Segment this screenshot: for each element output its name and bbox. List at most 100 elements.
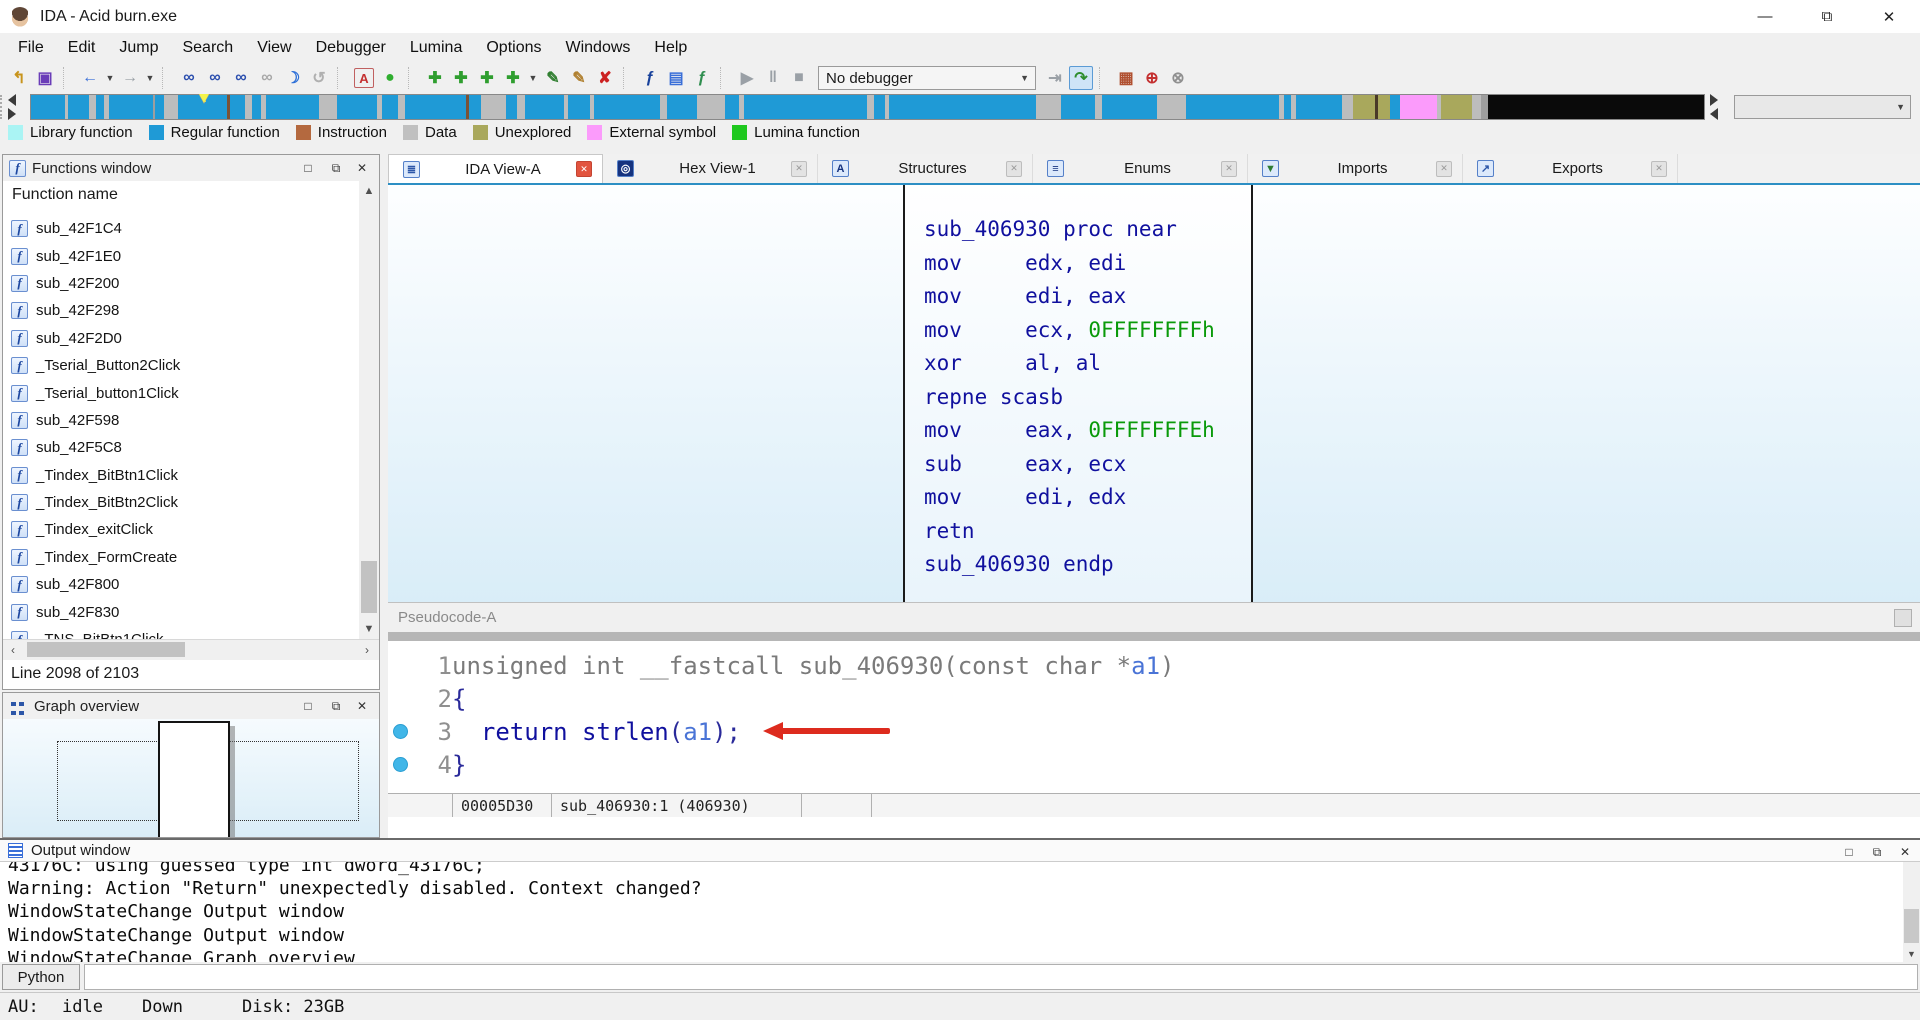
analysis-indicator-icon[interactable]: ●	[378, 66, 402, 90]
debugger-select[interactable]: No debugger▼	[818, 66, 1036, 90]
output-float-button[interactable]: ⧉	[1868, 843, 1886, 861]
graph-node[interactable]	[158, 721, 230, 837]
menu-debugger[interactable]: Debugger	[304, 33, 398, 63]
edit-function-icon[interactable]: ✎	[541, 66, 565, 90]
reopen-icon[interactable]: ↰	[7, 66, 31, 90]
tab-close-icon[interactable]: ✕	[576, 161, 592, 177]
function-list-item[interactable]: fsub_42F5C8	[3, 434, 359, 461]
menu-help[interactable]: Help	[642, 33, 699, 63]
scrollbar-thumb[interactable]	[1904, 909, 1919, 943]
breakpoint-dot-icon[interactable]	[393, 724, 408, 739]
breakpoint-gutter[interactable]	[388, 658, 416, 673]
scroll-right-icon[interactable]: ›	[357, 640, 377, 660]
band-scroll-right-icon[interactable]	[8, 108, 16, 120]
function-list-item[interactable]: f_Tindex_BitBtn2Click	[3, 489, 359, 516]
band-zoom-select[interactable]: ▼	[1734, 95, 1911, 119]
debugger-windows-icon[interactable]: ▦	[1114, 66, 1138, 90]
band-scroll-left2-icon[interactable]	[1710, 108, 1718, 120]
menu-jump[interactable]: Jump	[107, 33, 170, 63]
minimize-button[interactable]: —	[1734, 0, 1796, 33]
tab-imports[interactable]: ▼Imports✕	[1248, 154, 1463, 183]
scroll-down-icon[interactable]: ▼	[1903, 945, 1920, 962]
pseudocode-titlebar[interactable]: Pseudocode-A	[388, 602, 1920, 632]
function-list-item[interactable]: f_Tserial_Button2Click	[3, 352, 359, 379]
tab-close-icon[interactable]: ✕	[1651, 161, 1667, 177]
pseudocode-splitter[interactable]	[388, 632, 1920, 641]
disassembly-line[interactable]: mov edi, eax	[924, 280, 1251, 314]
tab-close-icon[interactable]: ✕	[1436, 161, 1452, 177]
search-disabled-icon[interactable]: ∞	[255, 66, 279, 90]
output-scrollbar[interactable]: ▼	[1903, 862, 1920, 962]
menu-options[interactable]: Options	[474, 33, 553, 63]
output-close-button[interactable]: ✕	[1896, 843, 1914, 861]
function-window-icon[interactable]: ▤	[664, 66, 688, 90]
functions-column-header[interactable]: Function name	[12, 186, 118, 204]
pseudocode-line[interactable]: 4}	[388, 748, 1920, 781]
function-list-item[interactable]: fsub_42F1C4	[3, 215, 359, 242]
scrollbar-thumb[interactable]	[361, 561, 377, 613]
output-maximize-button[interactable]: □	[1840, 843, 1858, 861]
function-list-item[interactable]: fsub_42F800	[3, 571, 359, 598]
disassembly-line[interactable]: mov edx, edi	[924, 247, 1251, 281]
pseudocode-line[interactable]: 3 return strlen(a1);	[388, 715, 1920, 748]
function-type-icon[interactable]: ƒ	[690, 66, 714, 90]
breakpoint-dot-icon[interactable]	[393, 757, 408, 772]
back-history-icon[interactable]: ▼	[104, 66, 116, 90]
function-list-item[interactable]: f_Tserial_button1Click	[3, 379, 359, 406]
tab-ida-view-a[interactable]: ≣IDA View-A✕	[388, 154, 603, 183]
graph-overview-header[interactable]: Graph overview □ ⧉ ✕	[3, 693, 379, 720]
create-function-icon[interactable]: ✚	[423, 66, 447, 90]
output-window-header[interactable]: Output window □ ⧉ ✕	[0, 838, 1920, 862]
disassembly-line[interactable]: retn	[924, 515, 1251, 549]
menu-edit[interactable]: Edit	[56, 33, 108, 63]
pseudocode-line[interactable]: 1unsigned int __fastcall sub_406930(cons…	[388, 649, 1920, 682]
functions-vertical-scrollbar[interactable]: ▲ ▼	[359, 181, 379, 639]
graph-close-button[interactable]: ✕	[353, 697, 371, 715]
python-button[interactable]: Python	[2, 964, 80, 990]
rename-icon[interactable]: ✎	[567, 66, 591, 90]
tab-enums[interactable]: ≡Enums✕	[1033, 154, 1248, 183]
forward-icon[interactable]: →	[118, 66, 142, 90]
scrollbar-thumb[interactable]	[27, 642, 185, 657]
function-list-item[interactable]: fsub_42F830	[3, 598, 359, 625]
functions-close-button[interactable]: ✕	[353, 159, 371, 177]
pseudocode-panel-button[interactable]	[1894, 609, 1912, 627]
functions-window-header[interactable]: f Functions window □ ⧉ ✕	[3, 155, 379, 182]
disassembly-node[interactable]: sub_406930 proc nearmov edx, edimov edi,…	[903, 185, 1253, 602]
save-icon[interactable]: ▣	[33, 66, 57, 90]
back-icon[interactable]: ←	[78, 66, 102, 90]
menu-windows[interactable]: Windows	[553, 33, 642, 63]
debug-pause-icon[interactable]: ‖	[761, 66, 785, 90]
disassembly-line[interactable]: sub_406930 proc near	[924, 213, 1251, 247]
disassembly-line[interactable]: xor al, al	[924, 347, 1251, 381]
menu-lumina[interactable]: Lumina	[398, 33, 474, 63]
menu-file[interactable]: File	[6, 33, 56, 63]
python-command-input[interactable]	[84, 964, 1918, 990]
scroll-down-icon[interactable]: ▼	[359, 619, 379, 639]
output-log[interactable]: 43176C: using guessed type int dword_431…	[0, 862, 1903, 962]
breakpoint-gutter[interactable]	[388, 757, 416, 772]
scroll-up-icon[interactable]: ▲	[359, 181, 379, 201]
function-list-item[interactable]: fsub_42F2D0	[3, 325, 359, 352]
disassembly-line[interactable]: mov eax, 0FFFFFFFEh	[924, 414, 1251, 448]
delete-function-icon[interactable]: ✘	[593, 66, 617, 90]
create-dropdown-icon[interactable]: ▼	[527, 66, 539, 90]
functions-maximize-button[interactable]: □	[299, 159, 317, 177]
pseudocode-line[interactable]: 2{	[388, 682, 1920, 715]
search-text-icon[interactable]: ∞	[229, 66, 253, 90]
function-list-item[interactable]: f_Tindex_FormCreate	[3, 544, 359, 571]
debug-stop-icon[interactable]: ■	[787, 66, 811, 90]
add-breakpoint-icon[interactable]: ⊕	[1140, 66, 1164, 90]
debug-run-icon[interactable]: ▶	[735, 66, 759, 90]
disassembly-line[interactable]: mov ecx, 0FFFFFFFFh	[924, 314, 1251, 348]
band-drag-handle[interactable]	[0, 95, 6, 119]
tab-close-icon[interactable]: ✕	[1221, 161, 1237, 177]
function-list-item[interactable]: f_Tindex_exitClick	[3, 516, 359, 543]
pseudocode-editor[interactable]: 1unsigned int __fastcall sub_406930(cons…	[388, 641, 1920, 793]
graph-overview-canvas[interactable]	[3, 719, 379, 837]
forward-history-icon[interactable]: ▼	[144, 66, 156, 90]
function-list-item[interactable]: fsub_42F298	[3, 297, 359, 324]
disassembly-line[interactable]: mov edi, edx	[924, 481, 1251, 515]
graph-maximize-button[interactable]: □	[299, 697, 317, 715]
function-list-item[interactable]: fsub_42F1E0	[3, 242, 359, 269]
